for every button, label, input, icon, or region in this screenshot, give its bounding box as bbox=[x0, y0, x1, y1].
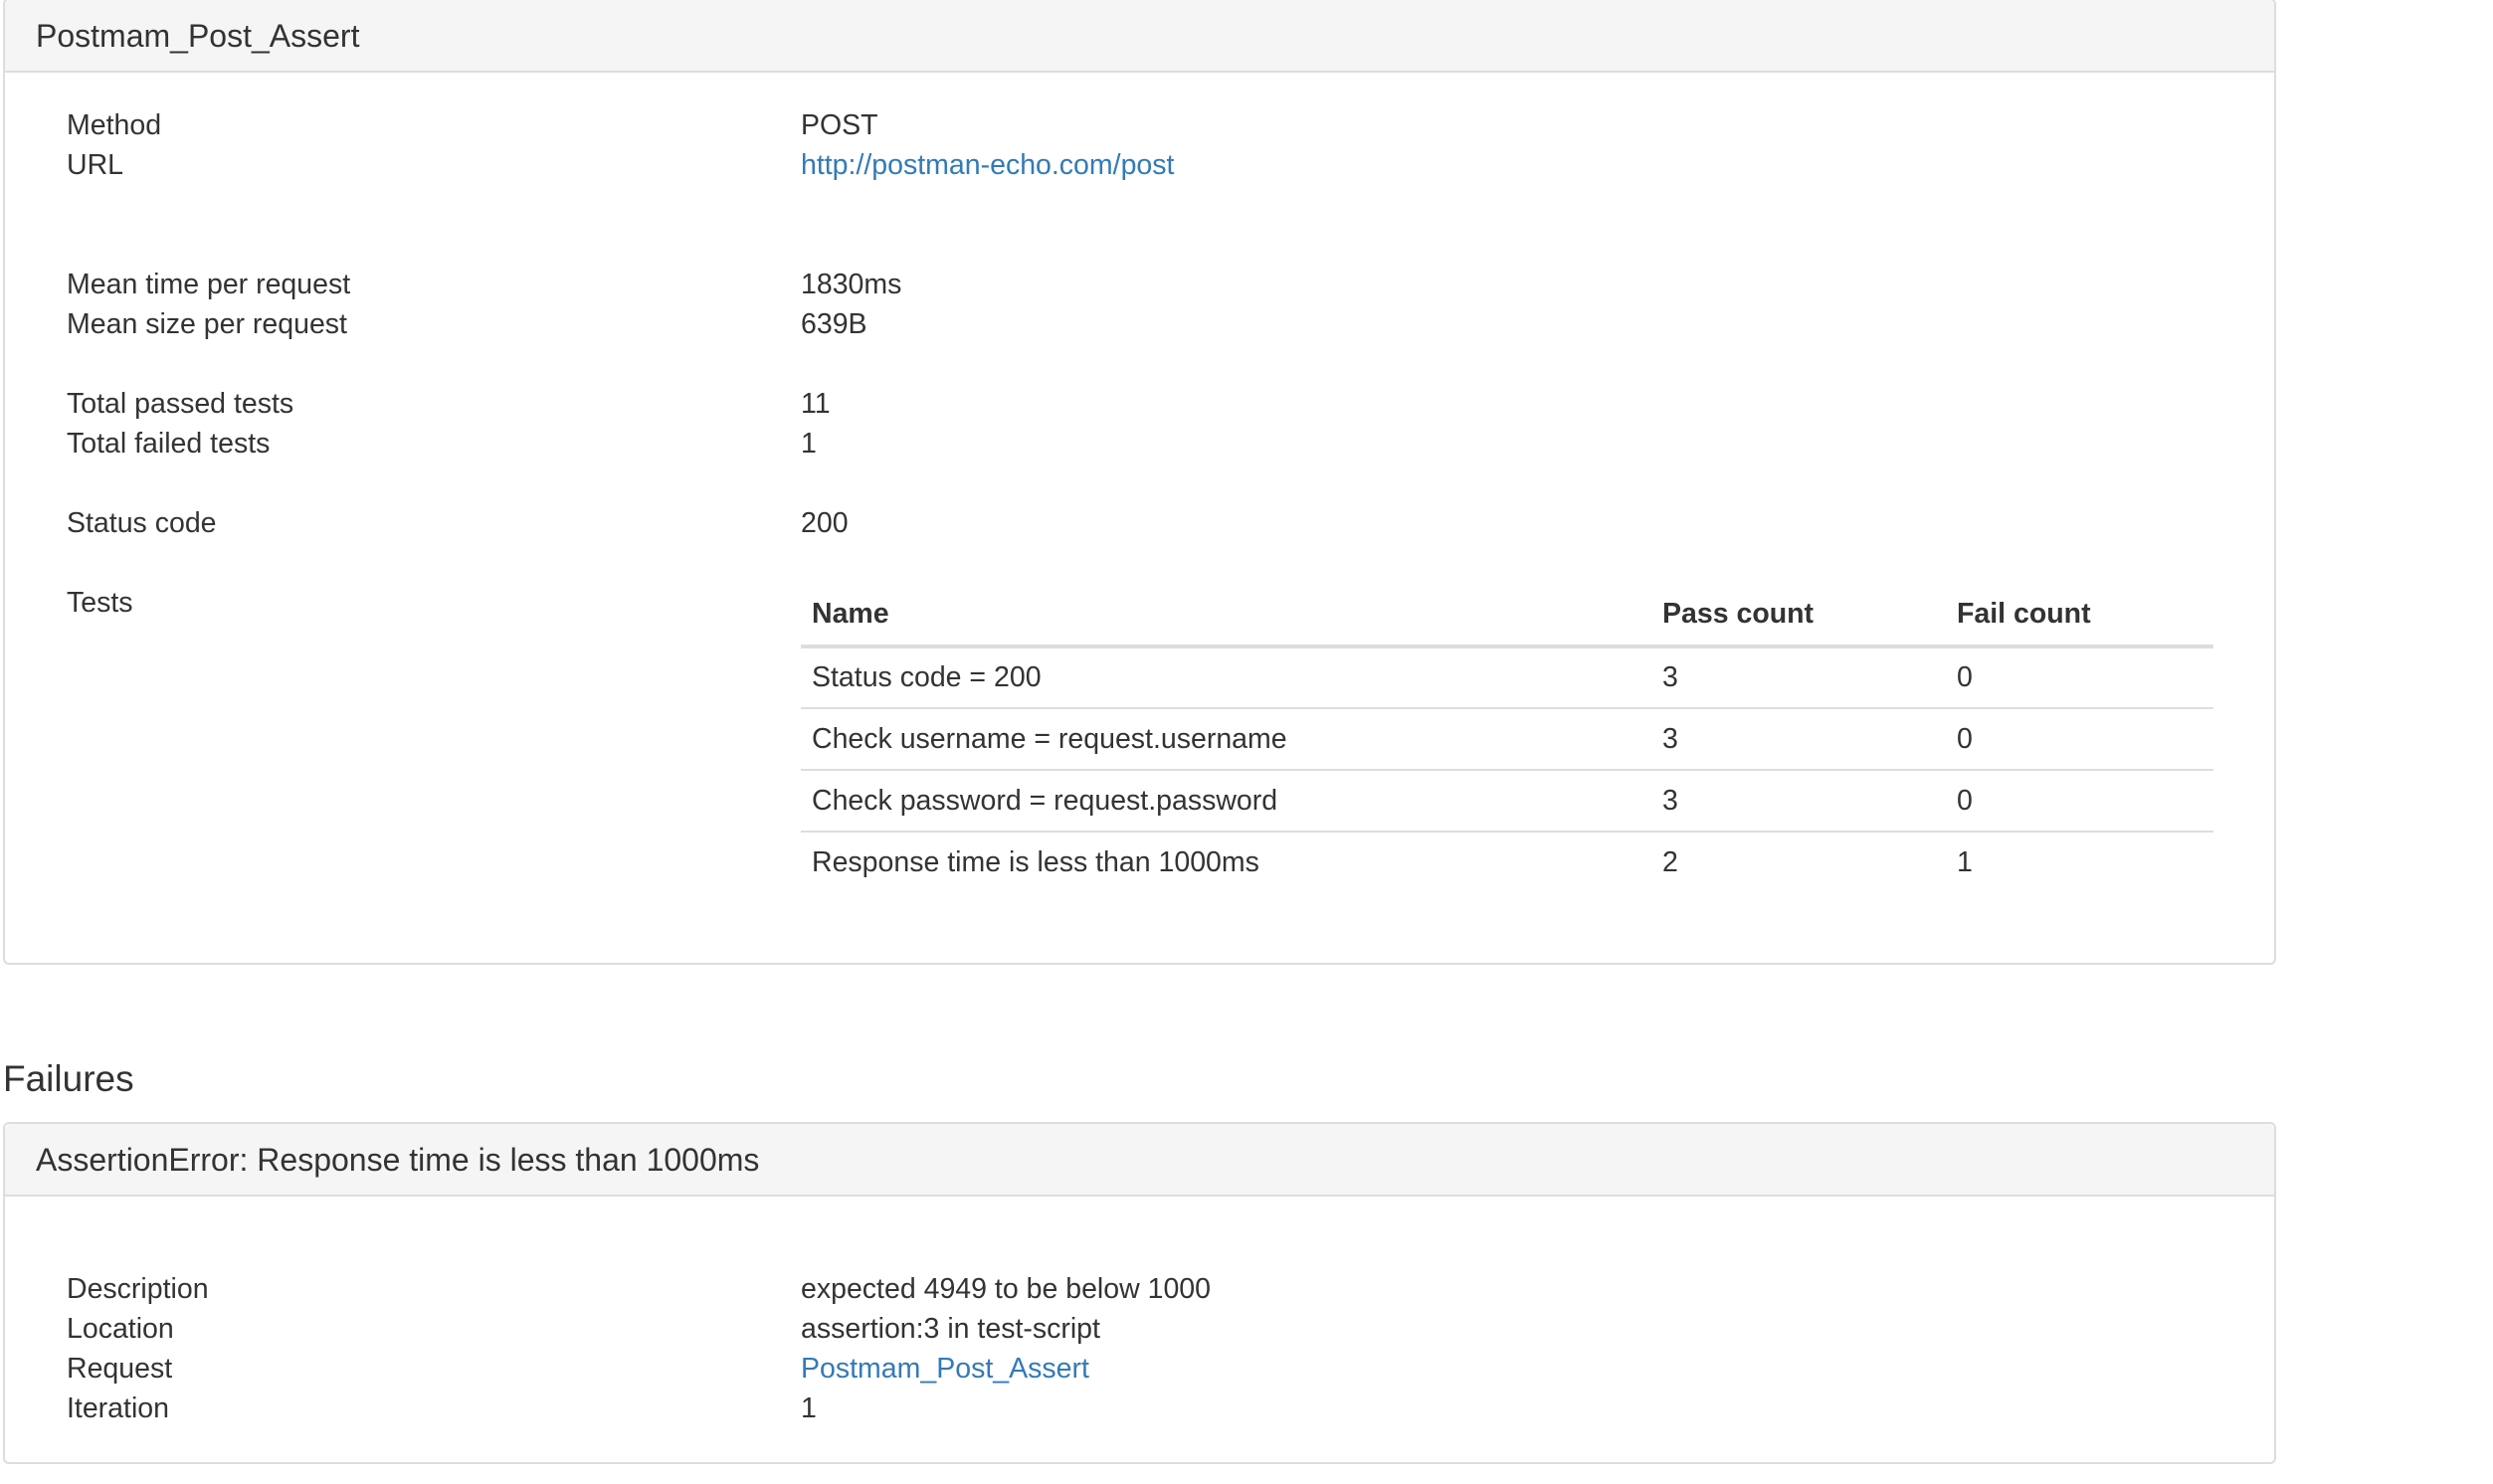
method-label: Method bbox=[67, 109, 162, 141]
pass-count: 3 bbox=[1662, 661, 1678, 693]
request-summary-panel: Postmam_Post_Assert Method POST URL http… bbox=[3, 0, 2276, 965]
test-name: Check username = request.username bbox=[801, 707, 1651, 770]
request-link[interactable]: Postmam_Post_Assert bbox=[801, 1353, 1089, 1386]
header-fail-count: Fail count bbox=[1946, 583, 2213, 649]
table-row: Check username = request.username 3 0 bbox=[801, 707, 2213, 770]
status-code-label: Status code bbox=[67, 507, 217, 539]
test-name: Status code = 200 bbox=[812, 661, 1042, 693]
table-row: Check password = request.password 3 0 bbox=[801, 769, 2213, 832]
location-value: assertion:3 in test-script bbox=[801, 1313, 1100, 1345]
mean-time-value: 1830ms bbox=[801, 269, 902, 300]
status-code-value: 200 bbox=[801, 507, 849, 539]
failure-panel: AssertionError: Response time is less th… bbox=[3, 1122, 2276, 1464]
table-row: Status code = 200 3 0 bbox=[801, 647, 2213, 708]
failed-tests-label: Total failed tests bbox=[67, 428, 271, 460]
test-name: Response time is less than 1000ms bbox=[801, 831, 1651, 893]
failed-tests-value: 1 bbox=[801, 428, 817, 460]
header-name: Name bbox=[801, 583, 1651, 649]
mean-time-label: Mean time per request bbox=[67, 269, 351, 300]
mean-size-label: Mean size per request bbox=[67, 308, 347, 340]
failures-heading: Failures bbox=[3, 1058, 134, 1099]
fail-count: 0 bbox=[1946, 707, 2213, 770]
fail-count: 0 bbox=[1957, 661, 1973, 693]
tests-table-header: Name Pass count Fail count bbox=[801, 583, 2213, 649]
tests-table: Name Pass count Fail count Status code =… bbox=[801, 583, 2213, 893]
failure-title: AssertionError: Response time is less th… bbox=[5, 1124, 2274, 1197]
pass-count: 3 bbox=[1651, 769, 1946, 832]
tests-label: Tests bbox=[67, 587, 133, 619]
method-value: POST bbox=[801, 109, 878, 141]
iteration-value: 1 bbox=[801, 1392, 817, 1424]
pass-count: 3 bbox=[1651, 707, 1946, 770]
table-row: Response time is less than 1000ms 2 1 bbox=[801, 831, 2213, 893]
passed-tests-label: Total passed tests bbox=[67, 388, 294, 420]
url-link[interactable]: http://postman-echo.com/post bbox=[801, 149, 1174, 182]
pass-count: 2 bbox=[1651, 831, 1946, 893]
header-pass-count: Pass count bbox=[1651, 583, 1946, 649]
test-name: Check password = request.password bbox=[801, 769, 1651, 832]
passed-tests-value: 11 bbox=[801, 388, 831, 420]
description-value: expected 4949 to be below 1000 bbox=[801, 1273, 1211, 1305]
iteration-label: Iteration bbox=[67, 1392, 169, 1424]
panel-title: Postmam_Post_Assert bbox=[5, 0, 2274, 73]
description-label: Description bbox=[67, 1273, 209, 1305]
request-label: Request bbox=[67, 1353, 173, 1385]
fail-count: 0 bbox=[1946, 769, 2213, 832]
fail-count: 1 bbox=[1946, 831, 2213, 893]
mean-size-value: 639B bbox=[801, 308, 867, 340]
location-label: Location bbox=[67, 1313, 174, 1345]
url-label: URL bbox=[67, 149, 124, 181]
